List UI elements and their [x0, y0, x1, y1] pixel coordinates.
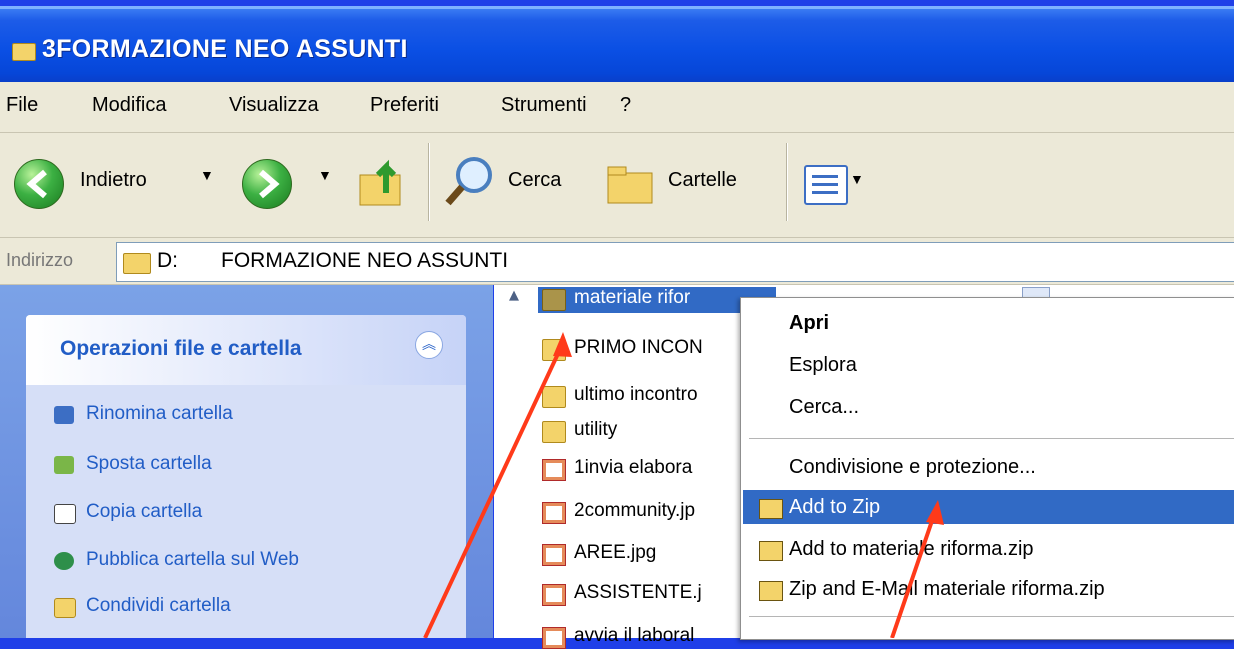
forward-button[interactable]: ▼ — [242, 155, 332, 211]
back-dropdown-icon[interactable]: ▼ — [200, 167, 214, 183]
move-icon — [54, 456, 74, 474]
up-folder-icon — [359, 159, 401, 206]
menu-preferiti[interactable]: Preferiti — [370, 94, 439, 117]
views-button[interactable]: ▼ — [804, 161, 884, 205]
title-bar: 3FORMAZIONE NEO ASSUNTI — [0, 6, 1234, 85]
file-name: materiale rifor — [574, 287, 691, 308]
task-pane: Operazioni file e cartella ︽ Rinomina ca… — [0, 285, 493, 638]
toolbar: Indietro ▼ ▼ Cerca Cartelle ▼ — [0, 133, 1234, 238]
up-folder-button[interactable] — [356, 153, 414, 213]
zip-icon — [759, 499, 783, 519]
image-file-icon — [542, 544, 566, 566]
menu-help[interactable]: ? — [620, 94, 631, 117]
folder-icon — [123, 253, 151, 274]
folders-icon — [607, 166, 653, 204]
scroll-up-icon[interactable]: ▲ — [504, 288, 524, 308]
file-name: 1invia elabora — [574, 457, 693, 478]
zip-icon — [759, 541, 783, 561]
menu-item-label: Add to materiale riforma.zip — [789, 538, 1034, 560]
panel-header[interactable]: Operazioni file e cartella ︽ — [26, 315, 466, 385]
menu-modifica[interactable]: Modifica — [92, 94, 166, 117]
forward-arrow-icon — [242, 159, 292, 209]
search-icon — [445, 157, 492, 206]
back-arrow-icon — [14, 159, 64, 209]
file-name: utility — [574, 419, 618, 440]
search-button[interactable]: Cerca — [442, 153, 582, 213]
menu-item-label: Add to Zip — [789, 496, 881, 518]
task-label: Copia cartella — [86, 501, 203, 522]
window-title: 3FORMAZIONE NEO ASSUNTI — [42, 35, 408, 63]
back-button[interactable]: Indietro ▼ — [14, 155, 224, 211]
copy-icon — [54, 504, 76, 524]
folder-icon — [542, 339, 566, 361]
file-name: 2community.jp — [574, 500, 696, 521]
file-name: ASSISTENTE.j — [574, 582, 702, 603]
views-dropdown-icon[interactable]: ▼ — [850, 171, 864, 187]
forward-dropdown-icon[interactable]: ▼ — [318, 167, 332, 183]
file-name: AREE.jpg — [574, 542, 657, 563]
search-label: Cerca — [508, 169, 562, 191]
task-label: Condividi cartella — [86, 595, 231, 616]
file-name: ultimo incontro — [574, 384, 698, 405]
menu-item-label: Zip and E-Mail materiale riforma.zip — [789, 578, 1105, 600]
rename-icon — [54, 406, 74, 424]
web-publish-icon — [54, 552, 74, 570]
task-label: Rinomina cartella — [86, 403, 233, 424]
menu-separator — [749, 616, 1234, 617]
menu-item-esplora[interactable]: Esplora — [789, 354, 857, 377]
menu-visualizza[interactable]: Visualizza — [229, 94, 319, 117]
menu-file[interactable]: File — [6, 94, 38, 117]
image-file-icon — [542, 502, 566, 524]
menu-separator — [749, 438, 1234, 439]
folders-button[interactable]: Cartelle — [604, 153, 774, 213]
menu-item-cerca[interactable]: Cerca... — [789, 396, 859, 419]
address-drive: D: — [157, 249, 178, 272]
folder-icon — [542, 386, 566, 408]
address-input[interactable]: D: FORMAZIONE NEO ASSUNTI — [116, 242, 1234, 282]
toolbar-separator — [786, 143, 788, 221]
file-name: avvia il laboral — [574, 625, 695, 646]
back-label: Indietro — [80, 169, 147, 191]
menu-item-apri[interactable]: Apri — [789, 312, 829, 335]
panel-title: Operazioni file e cartella — [60, 337, 302, 360]
zip-icon — [759, 581, 783, 601]
collapse-icon[interactable]: ︽ — [415, 331, 443, 359]
folders-label: Cartelle — [668, 169, 737, 191]
address-bar: Indirizzo D: FORMAZIONE NEO ASSUNTI — [0, 238, 1234, 285]
image-file-icon — [542, 584, 566, 606]
context-menu: Apri Esplora Cerca... Condivisione e pro… — [740, 297, 1234, 640]
address-label: Indirizzo — [6, 250, 74, 270]
menu-bar: File Modifica Visualizza Preferiti Strum… — [0, 82, 1234, 133]
address-path: FORMAZIONE NEO ASSUNTI — [221, 249, 509, 272]
explorer-window: 3FORMAZIONE NEO ASSUNTI File Modifica Vi… — [0, 0, 1234, 649]
menu-strumenti[interactable]: Strumenti — [501, 94, 587, 117]
folder-icon — [542, 421, 566, 443]
task-label: Sposta cartella — [86, 453, 212, 474]
file-name: PRIMO INCON — [574, 337, 703, 358]
folder-icon — [542, 289, 566, 311]
share-folder-icon — [54, 598, 76, 618]
image-file-icon — [542, 459, 566, 481]
views-icon — [804, 165, 848, 205]
image-file-icon — [542, 627, 566, 649]
menu-item-sharing[interactable]: Condivisione e protezione... — [789, 456, 1036, 479]
toolbar-separator — [428, 143, 430, 221]
task-label: Pubblica cartella sul Web — [86, 549, 299, 570]
folder-icon — [12, 43, 36, 61]
